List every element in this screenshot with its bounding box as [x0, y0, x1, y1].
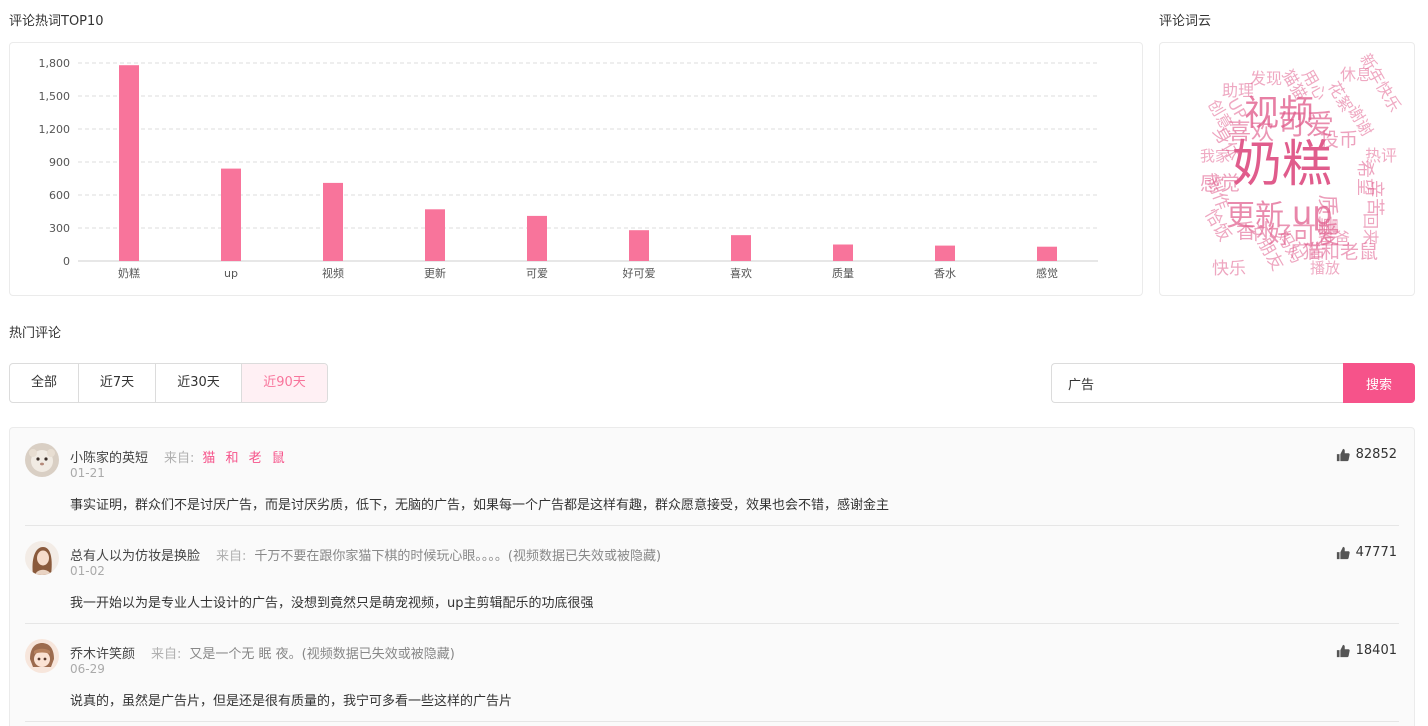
- x-tick-label: 视频: [322, 266, 344, 280]
- comment-likes[interactable]: 82852: [1336, 447, 1397, 462]
- y-tick-label: 1,500: [39, 90, 71, 103]
- bar: [323, 182, 343, 261]
- likes-count: 47771: [1355, 545, 1397, 560]
- comment-source-label: 来自:: [164, 451, 195, 466]
- y-tick-label: 300: [49, 222, 70, 235]
- bar: [425, 209, 445, 261]
- likes-count: 18401: [1355, 643, 1397, 658]
- thumbs-up-icon: [1336, 644, 1350, 657]
- x-tick-label: 奶糕: [118, 266, 140, 280]
- y-tick-label: 0: [63, 255, 70, 268]
- comment-likes[interactable]: 18401: [1336, 643, 1397, 658]
- comment-username[interactable]: 乔木许笑颜: [70, 647, 135, 662]
- y-tick-label: 900: [49, 156, 70, 169]
- bar: [527, 215, 547, 261]
- bar: [119, 65, 139, 261]
- comment-likes[interactable]: 47771: [1336, 545, 1397, 560]
- x-tick-label: 更新: [424, 266, 446, 280]
- top-words-title: 评论热词TOP10: [9, 14, 104, 29]
- tab-90-days[interactable]: 近90天: [242, 364, 327, 402]
- comment-text: 事实证明，群众们不是讨厌广告，而是讨厌劣质，低下，无脑的广告，如果每一个广告都是…: [70, 498, 890, 513]
- search-input[interactable]: [1051, 363, 1343, 403]
- comment-username[interactable]: 总有人以为仿妆是换脸: [70, 549, 200, 564]
- word-cloud-title: 评论词云: [1159, 14, 1212, 29]
- avatar[interactable]: [25, 541, 59, 575]
- comment-meta: 小陈家的英短 来自: 猫 和 老 鼠: [70, 447, 288, 466]
- y-tick-label: 1,200: [39, 123, 71, 136]
- comment-meta: 乔木许笑颜 来自: 又是一个无 眠 夜。(视频数据已失效或被隐藏): [70, 643, 455, 662]
- comment-date: 01-02: [70, 564, 105, 578]
- search-button[interactable]: 搜索: [1343, 363, 1415, 403]
- comment-source[interactable]: 千万不要在跟你家猫下棋的时候玩心眼。。。。(视频数据已失效或被隐藏): [254, 549, 661, 564]
- comment-source-label: 来自:: [216, 549, 247, 564]
- likes-count: 82852: [1355, 447, 1397, 462]
- word-cloud-item: 快乐: [1212, 259, 1246, 279]
- comment-meta: 总有人以为仿妆是换脸 来自: 千万不要在跟你家猫下棋的时候玩心眼。。。。(视频数据已…: [70, 545, 661, 564]
- x-tick-label: 喜欢: [730, 266, 752, 280]
- bar: [1037, 246, 1057, 261]
- x-tick-label: 质量: [832, 267, 854, 280]
- bar: [833, 244, 853, 261]
- word-cloud-item: 播放: [1310, 259, 1341, 277]
- word-cloud-item: 我家: [1200, 147, 1231, 165]
- word-cloud-item: 休息: [1340, 65, 1373, 84]
- word-cloud-item: 回来: [1361, 212, 1381, 246]
- thumbs-up-icon: [1336, 448, 1350, 461]
- tab-30-days[interactable]: 近30天: [156, 364, 242, 402]
- tab-all[interactable]: 全部: [10, 364, 79, 402]
- x-tick-label: 感觉: [1036, 267, 1058, 280]
- word-cloud-item: 热评: [1365, 146, 1398, 165]
- word-cloud-item: 发现: [1250, 69, 1283, 88]
- comment-source-label: 来自:: [151, 647, 182, 662]
- comment-date: 06-29: [70, 662, 105, 676]
- bar: [935, 245, 955, 261]
- x-tick-label: 好可爱: [623, 266, 656, 280]
- comment-username[interactable]: 小陈家的英短: [70, 451, 148, 466]
- comment-text: 我一开始以为是专业人士设计的广告，没想到竟然只是萌宠视频，up主剪辑配乐的功底很…: [70, 596, 594, 611]
- avatar[interactable]: [25, 639, 59, 673]
- x-tick-label: up: [224, 267, 238, 280]
- comment-text: 说真的，虽然是广告片，但是还是很有质量的，我宁可多看一些这样的广告片: [70, 694, 513, 709]
- word-cloud-item: 爸爸: [1318, 229, 1351, 248]
- comment-source[interactable]: 猫 和 老 鼠: [202, 451, 287, 466]
- comment-item: 乔木许笑颜 来自: 又是一个无 眠 夜。(视频数据已失效或被隐藏) 06-29 说真…: [25, 624, 1399, 722]
- word-cloud-item: 辛苦: [1364, 180, 1385, 216]
- comment-item: 小陈家的英短 来自: 猫 和 老 鼠 01-21 事实证明，群众们不是讨厌广告，而是…: [25, 428, 1399, 526]
- comments-list: 小陈家的英短 来自: 猫 和 老 鼠 01-21 事实证明，群众们不是讨厌广告，而是…: [9, 427, 1415, 726]
- comment-source[interactable]: 又是一个无 眠 夜。(视频数据已失效或被隐藏): [189, 647, 454, 662]
- y-tick-label: 600: [49, 189, 70, 202]
- y-tick-label: 1,800: [39, 57, 71, 70]
- word-cloud: 奶糕 视频 up 更新 可爱 好可爱 喜欢 质量 香水 感觉 猫和老鼠 投币 希望 辛苦 身体 广告 制作 恰饭女…: [1159, 42, 1415, 296]
- x-tick-label: 香水: [934, 267, 956, 280]
- x-tick-label: 可爱: [526, 267, 548, 280]
- tab-7-days[interactable]: 近7天: [79, 364, 156, 402]
- word-cloud-item: 投币: [1320, 129, 1359, 151]
- bar: [731, 235, 751, 261]
- top-words-chart: 0 300 600 900 1,200 1,500 1,800 奶糕 up 视频 更新 可爱 好可爱 喜欢…: [9, 42, 1143, 296]
- avatar[interactable]: [25, 443, 59, 477]
- bar: [221, 168, 241, 261]
- comment-item: 总有人以为仿妆是换脸 来自: 千万不要在跟你家猫下棋的时候玩心眼。。。。(视频数据已…: [25, 526, 1399, 624]
- thumbs-up-icon: [1336, 546, 1350, 559]
- word-cloud-item: 奶糕: [1232, 135, 1332, 193]
- time-filter-tabs: 全部 近7天 近30天 近90天: [9, 363, 328, 403]
- bar-chart-svg: 0 300 600 900 1,200 1,500 1,800 奶糕 up 视频 更新 可爱 好可爱 喜欢…: [39, 57, 1098, 280]
- bar: [629, 230, 649, 261]
- hot-comments-title: 热门评论: [9, 326, 62, 341]
- comment-date: 01-21: [70, 466, 105, 480]
